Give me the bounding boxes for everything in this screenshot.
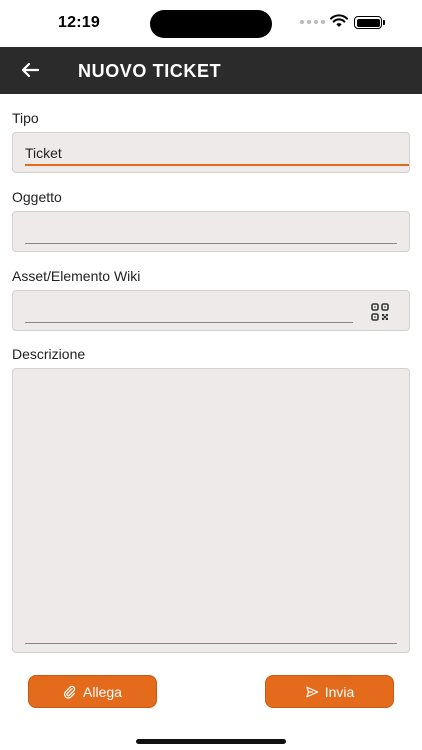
app-bar: NUOVO TICKET	[0, 47, 422, 94]
asset-label: Asset/Elemento Wiki	[12, 268, 141, 284]
attach-button[interactable]: Allega	[28, 675, 157, 708]
tipo-underline	[25, 164, 409, 166]
oggetto-underline	[25, 243, 397, 244]
tipo-label: Tipo	[12, 110, 39, 126]
send-button[interactable]: Invia	[265, 675, 394, 708]
wifi-icon	[330, 14, 348, 27]
asset-field[interactable]	[12, 290, 410, 331]
page-title: NUOVO TICKET	[78, 61, 222, 81]
send-icon	[305, 686, 318, 697]
battery-icon	[354, 16, 385, 29]
descrizione-label: Descrizione	[12, 346, 86, 362]
oggetto-input[interactable]	[25, 222, 397, 242]
home-indicator	[136, 739, 286, 744]
tipo-input[interactable]	[25, 143, 397, 163]
paperclip-icon	[63, 685, 76, 699]
qr-code-scan-icon[interactable]	[371, 303, 389, 321]
status-bar: 12:19	[0, 0, 422, 47]
attach-button-label: Allega	[83, 683, 122, 700]
asset-underline	[25, 322, 353, 323]
dynamic-island	[150, 10, 272, 38]
status-time: 12:19	[58, 14, 100, 31]
asset-input[interactable]	[25, 301, 353, 321]
oggetto-field[interactable]	[12, 211, 410, 252]
send-button-label: Invia	[324, 683, 355, 700]
cellular-signal-icon	[300, 20, 325, 24]
tipo-field[interactable]	[12, 132, 410, 173]
back-arrow-icon[interactable]	[18, 58, 42, 82]
descrizione-field[interactable]	[12, 368, 410, 653]
oggetto-label: Oggetto	[12, 189, 62, 205]
descrizione-textarea[interactable]	[25, 379, 397, 639]
descrizione-underline	[25, 643, 397, 644]
